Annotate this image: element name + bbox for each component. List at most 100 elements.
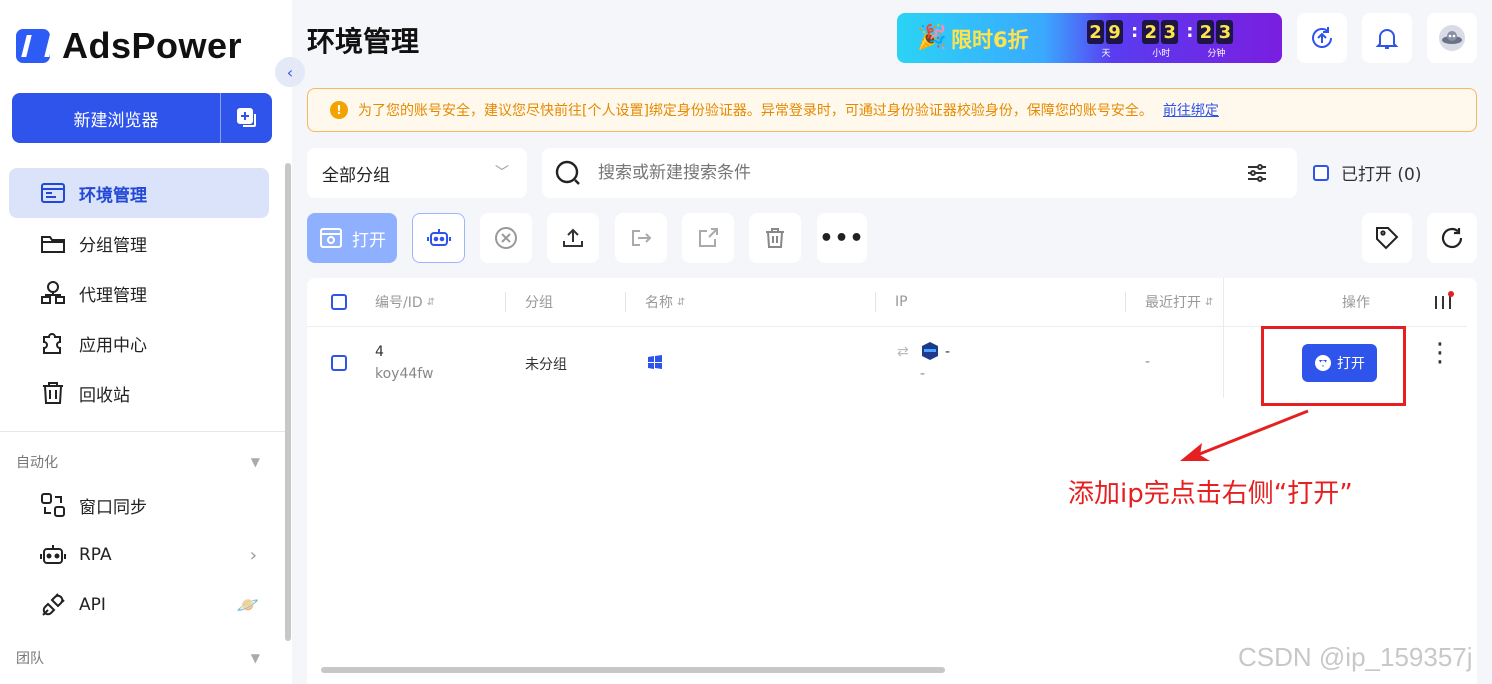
sidebar-item-label: 应用中心 xyxy=(79,335,147,356)
rpa-button[interactable] xyxy=(412,213,465,263)
new-browser-button[interactable]: 新建浏览器 xyxy=(12,93,221,143)
group-select-value: 全部分组 xyxy=(322,165,390,186)
group-select[interactable]: 全部分组 ﹀ xyxy=(307,148,527,198)
warning-icon: ! xyxy=(330,101,348,119)
row-more-button[interactable]: ⋮ xyxy=(1427,340,1453,366)
sidebar-item-proxy[interactable]: 代理管理 xyxy=(9,268,269,318)
section-automation[interactable]: 自动化 ▼ xyxy=(16,452,260,472)
column-header-group: 分组 xyxy=(525,278,553,326)
batch-open-button[interactable]: 打开 xyxy=(307,213,397,263)
search-bar[interactable] xyxy=(542,148,1297,198)
opened-filter-checkbox[interactable]: 已打开 (0) xyxy=(1313,160,1421,185)
countdown-digit: 2 xyxy=(1142,20,1160,44)
column-label: 最近打开 xyxy=(1145,295,1201,311)
upload-icon xyxy=(563,228,583,247)
sidebar-item-recycle-bin[interactable]: 回收站 xyxy=(9,368,269,418)
planet-badge-icon: 🪐 xyxy=(236,594,259,616)
refresh-upload-icon xyxy=(1312,27,1332,48)
puzzle-icon xyxy=(43,333,61,354)
add-copy-icon xyxy=(236,108,256,127)
user-avatar-button[interactable] xyxy=(1427,13,1477,63)
sync-icon xyxy=(41,493,65,517)
caret-down-icon: ▼ xyxy=(250,455,260,469)
filter-settings-icon[interactable] xyxy=(1245,161,1269,185)
refresh-button[interactable] xyxy=(1427,213,1477,263)
refresh-icon xyxy=(1441,227,1463,249)
column-separator xyxy=(1125,292,1126,312)
sync-update-button[interactable] xyxy=(1297,13,1347,63)
browser-open-icon xyxy=(320,228,342,248)
annotation-highlight-box xyxy=(1261,326,1406,406)
countdown-digit: 3 xyxy=(1161,20,1179,44)
party-popper-icon: 🎉 xyxy=(917,23,947,51)
sidebar-item-rpa[interactable]: RPA › xyxy=(9,530,269,580)
import-button[interactable] xyxy=(615,213,667,263)
delete-button[interactable] xyxy=(749,213,801,263)
column-label: 名称 xyxy=(645,295,673,311)
countdown-separator: : xyxy=(1186,21,1194,42)
select-all-header[interactable] xyxy=(331,278,359,326)
sidebar-item-window-sync[interactable]: 窗口同步 xyxy=(9,480,269,530)
countdown-minutes: 2 3 分钟 xyxy=(1197,20,1235,59)
watermark: CSDN @ip_159357j xyxy=(1238,642,1473,672)
robot-icon xyxy=(426,229,451,246)
section-team[interactable]: 团队 ▼ xyxy=(16,648,260,668)
sort-icon: ⇵ xyxy=(1205,296,1214,308)
sort-icon: ⇵ xyxy=(677,296,686,308)
open-label: 打开 xyxy=(352,230,386,251)
promo-banner[interactable]: 🎉 限时6折 2 9 天 : 2 3 小时 : 2 3 分钟 xyxy=(897,13,1282,63)
search-icon xyxy=(555,160,580,185)
login-icon xyxy=(632,230,652,246)
page-title: 环境管理 xyxy=(307,25,420,58)
table-horizontal-scrollbar[interactable] xyxy=(321,667,945,673)
sidebar-item-groups[interactable]: 分组管理 xyxy=(9,218,269,268)
sidebar-item-label: 分组管理 xyxy=(79,235,147,256)
sidebar-item-environment[interactable]: 环境管理 xyxy=(9,168,269,218)
windows-icon xyxy=(647,354,663,374)
row-checkbox[interactable] xyxy=(331,355,347,371)
search-input[interactable] xyxy=(598,163,1238,183)
logo-text: AdsPower xyxy=(62,25,243,66)
more-actions-button[interactable]: ••• xyxy=(817,213,867,263)
sidebar-scrollbar[interactable] xyxy=(285,163,291,641)
section-label: 团队 xyxy=(16,651,44,667)
row-last-open: - xyxy=(1145,354,1151,370)
tag-button[interactable] xyxy=(1362,213,1412,263)
countdown-days: 2 9 天 xyxy=(1087,20,1125,59)
column-settings-icon xyxy=(1435,291,1454,309)
trash-icon xyxy=(43,382,63,404)
bind-authenticator-link[interactable]: 前往绑定 xyxy=(1163,100,1219,120)
sidebar-item-app-center[interactable]: 应用中心 xyxy=(9,318,269,368)
robot-icon xyxy=(40,545,66,564)
more-vertical-icon: ⋮ xyxy=(1427,338,1453,368)
chevron-left-icon: ‹ xyxy=(286,62,294,82)
row-select[interactable] xyxy=(331,355,359,371)
avatar-icon xyxy=(1439,25,1465,51)
row-ip-sub: - xyxy=(920,366,926,382)
column-header-ip: IP xyxy=(895,278,908,326)
column-settings-button[interactable] xyxy=(1431,278,1455,326)
browser-window-icon xyxy=(41,183,65,203)
share-icon xyxy=(699,228,718,247)
sort-icon: ⇵ xyxy=(426,296,436,308)
section-label: 自动化 xyxy=(16,455,58,471)
close-browser-button[interactable] xyxy=(480,213,532,263)
chevron-right-icon: › xyxy=(249,544,257,566)
checkbox[interactable] xyxy=(1313,164,1329,181)
countdown-hours: 2 3 小时 xyxy=(1142,20,1180,59)
sidebar-item-label: 回收站 xyxy=(79,385,130,406)
batch-add-button[interactable] xyxy=(221,93,272,143)
column-header-name[interactable]: 名称 ⇵ xyxy=(645,278,685,326)
sticky-column-shadow xyxy=(1223,278,1224,398)
sidebar-item-label: RPA xyxy=(79,545,112,565)
share-button[interactable] xyxy=(682,213,734,263)
notifications-button[interactable] xyxy=(1362,13,1412,63)
column-header-id[interactable]: 编号/ID ⇵ xyxy=(375,278,435,326)
select-all-checkbox[interactable] xyxy=(331,294,347,310)
column-header-last-open[interactable]: 最近打开 ⇵ xyxy=(1145,278,1213,326)
sidebar-item-api[interactable]: API 🪐 xyxy=(9,580,269,630)
export-button[interactable] xyxy=(547,213,599,263)
collapse-sidebar-button[interactable]: ‹ xyxy=(275,57,305,87)
close-circle-icon xyxy=(495,227,517,249)
logo: AdsPower xyxy=(16,25,243,66)
